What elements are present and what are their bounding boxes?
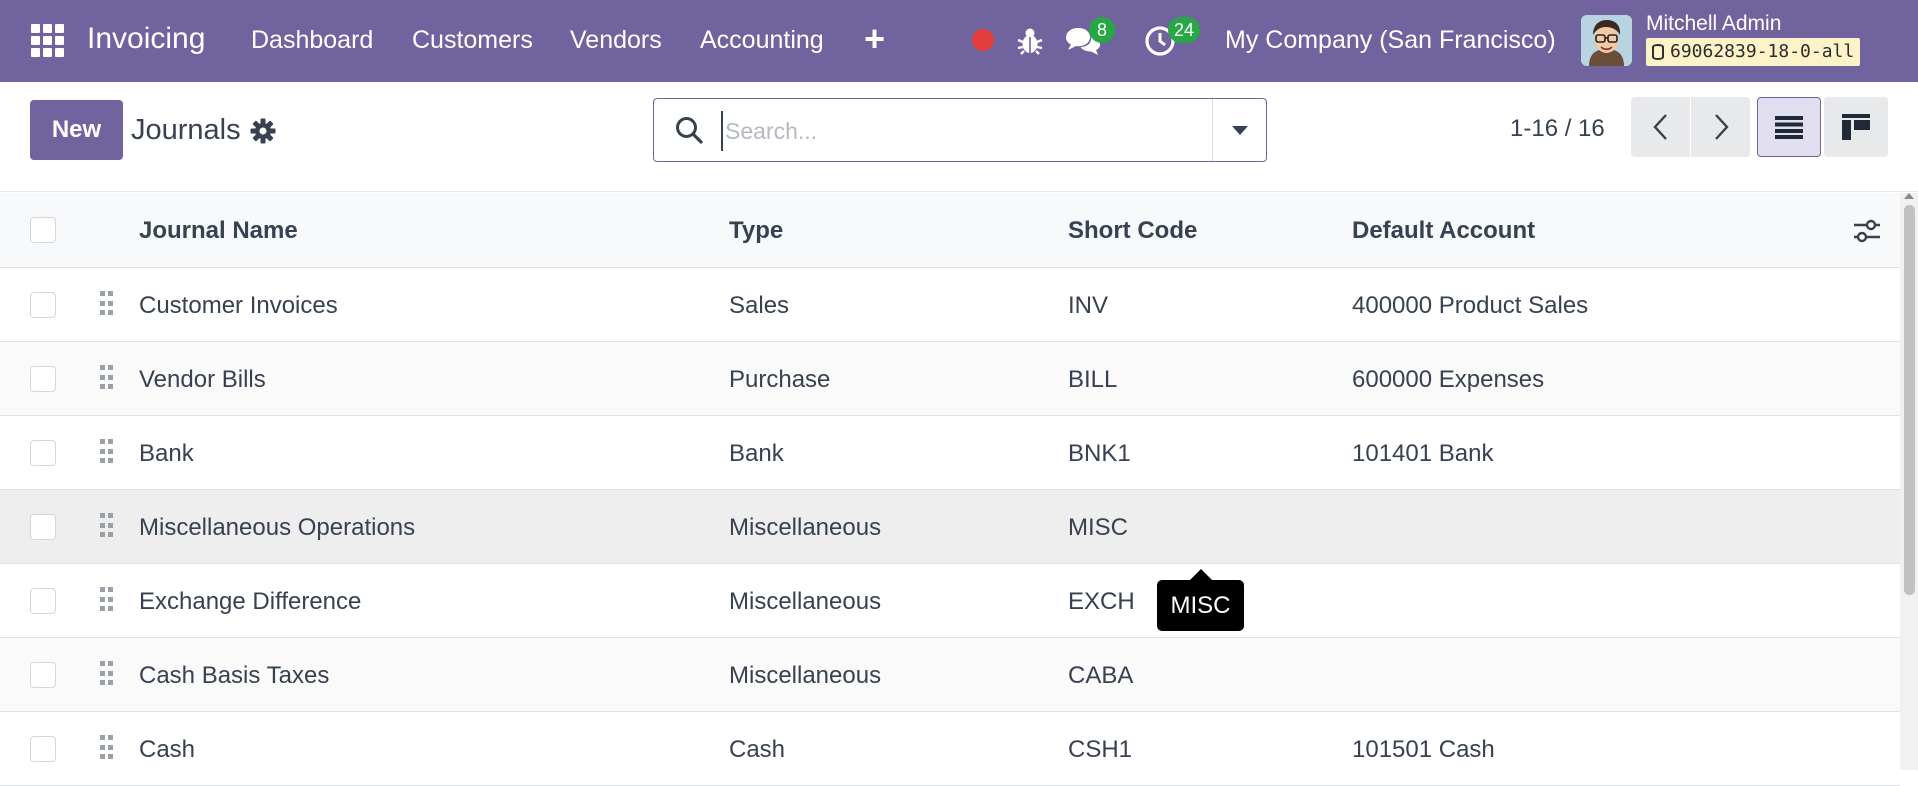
cell-type: Bank	[729, 440, 784, 467]
table-row[interactable]: Cash Cash CSH1 101501 Cash	[0, 712, 1900, 786]
top-navbar: Invoicing Dashboard Customers Vendors Ac…	[0, 0, 1918, 82]
company-switcher[interactable]: My Company (San Francisco)	[1225, 26, 1556, 55]
row-checkbox[interactable]	[30, 736, 56, 762]
drag-handle-icon[interactable]	[100, 513, 114, 539]
cell-short-code: CABA	[1068, 662, 1134, 689]
column-type[interactable]: Type	[729, 217, 783, 245]
row-checkbox[interactable]	[30, 440, 56, 466]
cell-type: Miscellaneous	[729, 588, 882, 615]
app-menu-icon[interactable]	[31, 24, 64, 57]
record-icon[interactable]	[972, 29, 994, 51]
scrollbar-thumb[interactable]	[1904, 205, 1915, 595]
row-checkbox[interactable]	[30, 514, 56, 540]
cell-journal-name: Cash Basis Taxes	[139, 662, 330, 689]
new-button[interactable]: New	[30, 100, 123, 160]
cell-default-account: 101401 Bank	[1352, 440, 1494, 467]
page-title: Journals	[131, 114, 241, 146]
table-row[interactable]: Customer Invoices Sales INV 400000 Produ…	[0, 268, 1900, 342]
menu-vendors[interactable]: Vendors	[570, 26, 662, 55]
column-default-account[interactable]: Default Account	[1352, 217, 1535, 245]
drag-handle-icon[interactable]	[100, 735, 114, 761]
plus-icon[interactable]: +	[864, 18, 885, 60]
drag-handle-icon[interactable]	[100, 291, 114, 317]
database-icon	[1652, 44, 1664, 60]
kanban-view-button[interactable]	[1824, 97, 1888, 157]
database-tag: 69062839-18-0-all	[1646, 38, 1861, 66]
list-view-icon	[1775, 116, 1803, 139]
scroll-up-arrow-icon[interactable]	[1904, 193, 1914, 199]
row-checkbox[interactable]	[30, 662, 56, 688]
debug-bug-icon[interactable]	[1016, 26, 1044, 56]
cell-journal-name: Miscellaneous Operations	[139, 514, 416, 541]
cell-short-code: EXCH	[1068, 588, 1135, 615]
user-avatar[interactable]	[1581, 15, 1632, 66]
optional-columns-icon[interactable]	[1852, 217, 1882, 245]
drag-handle-icon[interactable]	[100, 439, 114, 465]
pager-next-button[interactable]	[1691, 97, 1750, 157]
chevron-right-icon	[1714, 114, 1729, 140]
column-short-code[interactable]: Short Code	[1068, 217, 1197, 245]
tooltip: MISC	[1157, 569, 1244, 631]
cell-short-code: BNK1	[1068, 440, 1131, 467]
drag-handle-icon[interactable]	[100, 587, 114, 613]
cell-type: Purchase	[729, 366, 831, 393]
search-options-toggle[interactable]	[1212, 99, 1266, 161]
caret-down-icon	[1231, 125, 1248, 135]
menu-dashboard[interactable]: Dashboard	[251, 26, 373, 55]
cell-short-code: MISC	[1068, 514, 1128, 541]
database-name: 69062839-18-0-all	[1670, 41, 1855, 62]
search-icon	[676, 117, 703, 144]
cell-journal-name: Customer Invoices	[139, 292, 338, 319]
search-input[interactable]	[721, 111, 1241, 151]
cell-type: Cash	[729, 736, 786, 763]
table-row[interactable]: Miscellaneous Operations Miscellaneous M…	[0, 490, 1900, 564]
cell-type: Miscellaneous	[729, 514, 882, 541]
table-header: Journal Name Type Short Code Default Acc…	[0, 193, 1900, 268]
menu-customers[interactable]: Customers	[412, 26, 533, 55]
row-checkbox[interactable]	[30, 292, 56, 318]
messages-badge: 8	[1089, 17, 1115, 43]
user-name[interactable]: Mitchell Admin	[1646, 12, 1781, 36]
gear-icon[interactable]	[250, 118, 276, 144]
menu-accounting[interactable]: Accounting	[700, 26, 824, 55]
activities-badge: 24	[1168, 17, 1201, 43]
column-journal-name[interactable]: Journal Name	[139, 217, 298, 245]
list-view-button[interactable]	[1757, 97, 1821, 157]
vertical-scrollbar[interactable]	[1900, 193, 1918, 770]
drag-handle-icon[interactable]	[100, 661, 114, 687]
chevron-left-icon	[1652, 114, 1667, 140]
select-all-checkbox[interactable]	[30, 217, 56, 243]
cell-default-account: 101501 Cash	[1352, 736, 1495, 763]
cell-journal-name: Cash	[139, 736, 196, 763]
cell-short-code: INV	[1068, 292, 1109, 319]
cell-journal-name: Exchange Difference	[139, 588, 362, 615]
pager-previous-button[interactable]	[1631, 97, 1690, 157]
row-checkbox[interactable]	[30, 366, 56, 392]
search-bar	[653, 98, 1267, 162]
drag-handle-icon[interactable]	[100, 365, 114, 391]
app-name[interactable]: Invoicing	[87, 22, 205, 56]
cell-journal-name: Vendor Bills	[139, 366, 266, 393]
cell-default-account: 600000 Expenses	[1352, 366, 1545, 393]
cell-journal-name: Bank	[139, 440, 194, 467]
table-row[interactable]: Bank Bank BNK1 101401 Bank	[0, 416, 1900, 490]
row-checkbox[interactable]	[30, 588, 56, 614]
table-row[interactable]: Exchange Difference Miscellaneous EXCH	[0, 564, 1900, 638]
cell-default-account: 400000 Product Sales	[1352, 292, 1589, 319]
control-panel: New Journals 1-16 / 16	[0, 82, 1918, 192]
cell-short-code: CSH1	[1068, 736, 1133, 763]
cell-type: Sales	[729, 292, 790, 319]
cell-short-code: BILL	[1068, 366, 1118, 393]
cell-type: Miscellaneous	[729, 662, 882, 689]
table-row[interactable]: Cash Basis Taxes Miscellaneous CABA	[0, 638, 1900, 712]
kanban-view-icon	[1842, 114, 1870, 140]
table-row[interactable]: Vendor Bills Purchase BILL 600000 Expens…	[0, 342, 1900, 416]
pager-value[interactable]: 1-16 / 16	[1510, 115, 1605, 143]
journals-list: Journal Name Type Short Code Default Acc…	[0, 193, 1900, 786]
